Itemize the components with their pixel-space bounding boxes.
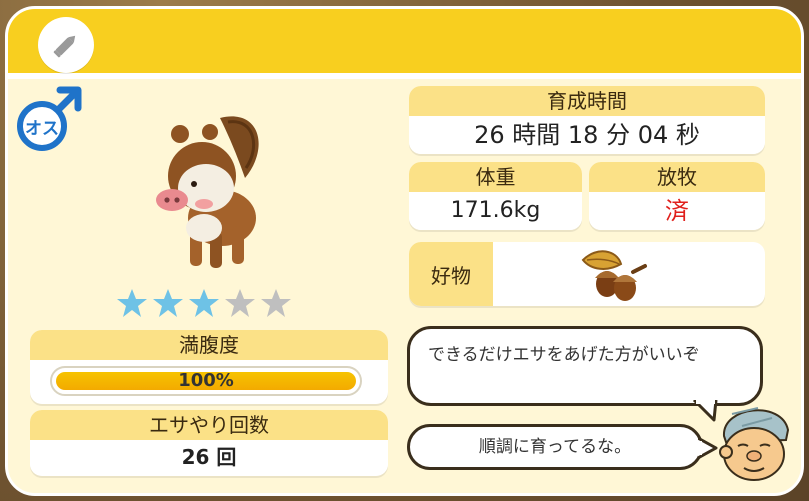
feed-count-panel: エサやり回数 26 回 — [30, 410, 388, 476]
pencil-icon — [53, 35, 76, 58]
grazing-value: 済 — [589, 192, 765, 230]
star-icon — [153, 289, 183, 317]
male-icon: オス — [12, 84, 84, 156]
feed-count-label: エサやり回数 — [30, 410, 388, 440]
hint-text: できるだけエサをあげた方がいいぞ — [428, 345, 700, 365]
grazing-panel: 放牧 済 — [589, 162, 765, 230]
grazing-label: 放牧 — [589, 162, 765, 192]
acorn-icon — [577, 246, 649, 304]
star-icon — [117, 289, 147, 317]
weight-label: 体重 — [409, 162, 582, 192]
animal-figure[interactable] — [150, 108, 270, 276]
rating-stars — [116, 287, 292, 319]
weight-panel: 体重 171.6kg — [409, 162, 582, 230]
fullness-gauge: 100% — [50, 366, 362, 396]
status-text: 順調に育ってるな。 — [478, 437, 632, 457]
hint-speech-bubble: できるだけエサをあげた方がいいぞ — [407, 326, 763, 406]
weight-value: 171.6kg — [409, 192, 582, 230]
feed-count-value: 26 回 — [30, 440, 388, 474]
fullness-label: 満腹度 — [30, 330, 388, 360]
farmer-avatar — [712, 396, 796, 484]
favorite-food-panel: 好物 — [409, 242, 765, 306]
fullness-value: 100% — [178, 370, 234, 391]
card-header — [8, 9, 801, 79]
fullness-panel: 満腹度 100% — [30, 330, 388, 404]
star-icon — [189, 289, 219, 317]
status-speech-bubble: 順調に育ってるな。 — [407, 424, 703, 470]
favorite-label: 好物 — [409, 242, 493, 306]
edit-button[interactable] — [38, 17, 94, 73]
raising-time-label: 育成時間 — [409, 86, 765, 116]
star-empty-icon — [261, 289, 291, 317]
gender-label: オス — [25, 119, 59, 139]
star-empty-icon — [225, 289, 255, 317]
raising-time-panel: 育成時間 26 時間 18 分 04 秒 — [409, 86, 765, 154]
raising-time-value: 26 時間 18 分 04 秒 — [409, 116, 765, 154]
